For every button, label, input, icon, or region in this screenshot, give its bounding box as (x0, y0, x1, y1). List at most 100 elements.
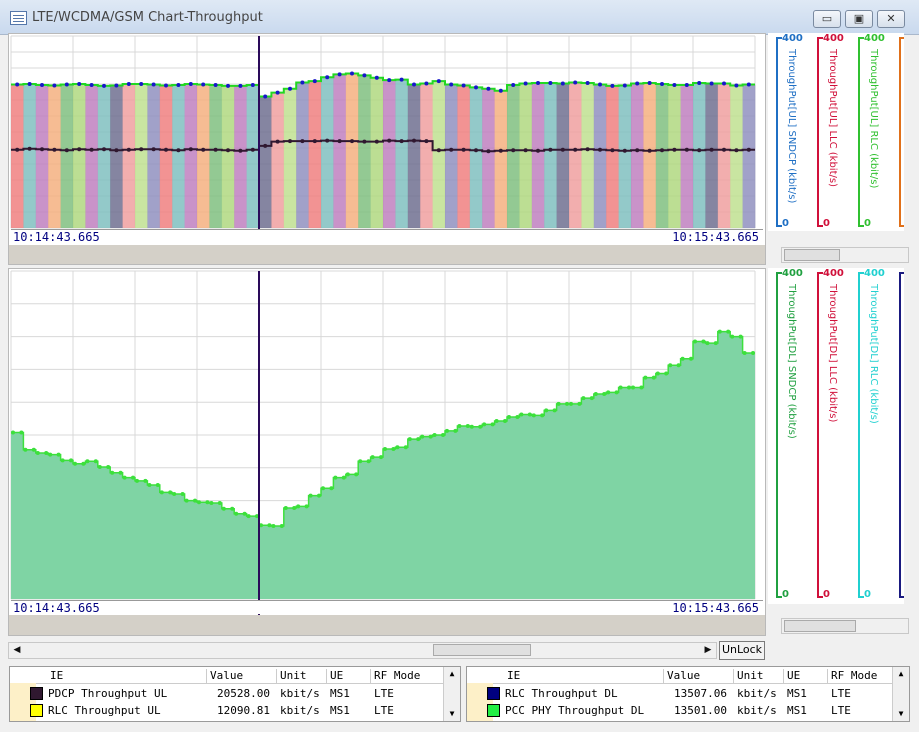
ul-table-scrollbar[interactable]: ▲ ▼ (443, 667, 460, 721)
col-ue[interactable]: UE (330, 669, 343, 682)
ul-point (288, 139, 292, 144)
dl-point (143, 478, 148, 483)
dl-point (577, 401, 582, 406)
scroll-up-icon[interactable]: ▲ (893, 667, 909, 681)
ul-point (548, 147, 553, 152)
maximize-button[interactable]: ▣ (845, 10, 873, 28)
col-rf-mode[interactable]: RF Mode (374, 669, 420, 682)
ul-point (598, 147, 602, 152)
dl-point (540, 413, 545, 418)
unlock-button[interactable]: UnLock (719, 641, 765, 660)
ul-point (275, 90, 280, 95)
ul-bar (655, 84, 669, 228)
table-row[interactable]: RLC Throughput UL 12090.81 kbit/s MS1 LT… (10, 702, 444, 719)
ul-point (300, 139, 305, 144)
axis-legend-2: 400 ThroughPut[DL] RLC (kbit/s) 0 (850, 268, 885, 602)
table-row[interactable]: PCC PHY Throughput DL 13501.00 kbit/s MS… (467, 702, 893, 719)
axis-min: 0 (864, 589, 871, 600)
ul-bar (569, 82, 582, 228)
axis-line (776, 272, 782, 598)
scroll-left-arrow-icon[interactable]: ◀ (9, 643, 25, 657)
ul-point (647, 81, 652, 86)
ul-point (350, 139, 354, 144)
ul-point (449, 147, 454, 152)
dl-point (606, 390, 611, 395)
dl-point (85, 459, 90, 464)
ul-point (598, 82, 602, 87)
col-value[interactable]: Value (667, 669, 700, 682)
ul-bar (705, 83, 719, 228)
dl-point (614, 390, 619, 395)
dl-point (507, 414, 511, 419)
scroll-down-icon[interactable]: ▼ (444, 707, 460, 721)
ul-point (102, 147, 106, 152)
ul-point (412, 138, 416, 143)
col-ue[interactable]: UE (787, 669, 800, 682)
scroll-up-icon[interactable]: ▲ (444, 667, 460, 681)
axis-label: ThroughPut[UL] SNDCP (kbit/s) (786, 49, 797, 204)
ul-bar (407, 84, 421, 228)
table-row[interactable]: RLC Throughput DL 13507.06 kbit/s MS1 LT… (467, 685, 893, 702)
ul-point (288, 86, 292, 91)
ie-rf-mode: LTE (374, 687, 394, 700)
ul-throughput-chart[interactable]: 10:14:43.665 10:15:43.665 (8, 33, 766, 265)
col-rf-mode[interactable]: RF Mode (831, 669, 877, 682)
dl-point (73, 461, 77, 466)
scroll-right-arrow-icon[interactable]: ▶ (700, 643, 716, 657)
dl-point (31, 447, 36, 452)
dl-point (730, 334, 735, 339)
col-unit[interactable]: Unit (737, 669, 764, 682)
dl-point (494, 419, 499, 424)
ul-bar (631, 83, 644, 228)
dl-point (193, 498, 197, 503)
ul-table-header: IE Value Unit UE RF Mode (10, 667, 444, 684)
dl-chart-plot[interactable] (9, 269, 765, 635)
axis-legend-0: 400 ThroughPut[UL] SNDCP (kbit/s) 0 (768, 33, 803, 231)
scroll-down-icon[interactable]: ▼ (893, 707, 909, 721)
ul-point (126, 147, 131, 152)
minimize-button[interactable]: ▭ (813, 10, 841, 28)
ul-point (746, 147, 751, 152)
ul-point (114, 148, 119, 153)
ul-point (226, 148, 230, 153)
ul-bar (556, 83, 570, 228)
ie-name: RLC Throughput DL (505, 687, 618, 700)
dl-axes-scroll-thumb[interactable] (784, 620, 856, 632)
col-unit[interactable]: Unit (280, 669, 307, 682)
ul-point (374, 139, 379, 144)
dl-throughput-chart[interactable]: 10:14:43.665 10:15:43.665 (8, 268, 766, 636)
col-value[interactable]: Value (210, 669, 243, 682)
dl-point (110, 470, 115, 475)
time-scroll-thumb[interactable] (433, 644, 531, 656)
ul-point (250, 147, 255, 152)
ul-point (573, 147, 578, 152)
ul-point (126, 82, 131, 86)
ul-point (709, 147, 714, 152)
axis-min: 0 (823, 218, 830, 229)
ul-point (164, 147, 168, 152)
ul-point (374, 75, 379, 80)
dl-point (668, 363, 673, 368)
col-ie[interactable]: IE (507, 669, 520, 682)
ie-unit: kbit/s (280, 687, 320, 700)
ul-point (387, 138, 392, 143)
ul-bar (383, 80, 396, 228)
dl-point (420, 434, 425, 439)
dl-point (701, 339, 706, 344)
col-ie[interactable]: IE (50, 669, 63, 682)
dl-point (69, 458, 73, 463)
ul-axes-scrollbar[interactable] (781, 247, 909, 263)
dl-point (457, 423, 462, 428)
ie-rf-mode: LTE (374, 704, 394, 717)
dl-point (383, 446, 387, 451)
table-row[interactable]: PDCP Throughput UL 20528.00 kbit/s MS1 L… (10, 685, 444, 702)
close-button[interactable]: ✕ (877, 10, 905, 28)
ul-point (436, 79, 441, 84)
dl-chart-footer (9, 615, 765, 635)
ul-axes-scroll-thumb[interactable] (784, 249, 840, 261)
ul-bar (457, 85, 471, 228)
time-scrollbar[interactable]: ◀ ▶ (8, 642, 717, 659)
dl-axes-scrollbar[interactable] (781, 618, 909, 634)
dl-table-scrollbar[interactable]: ▲ ▼ (892, 667, 909, 721)
ul-point (523, 81, 528, 86)
